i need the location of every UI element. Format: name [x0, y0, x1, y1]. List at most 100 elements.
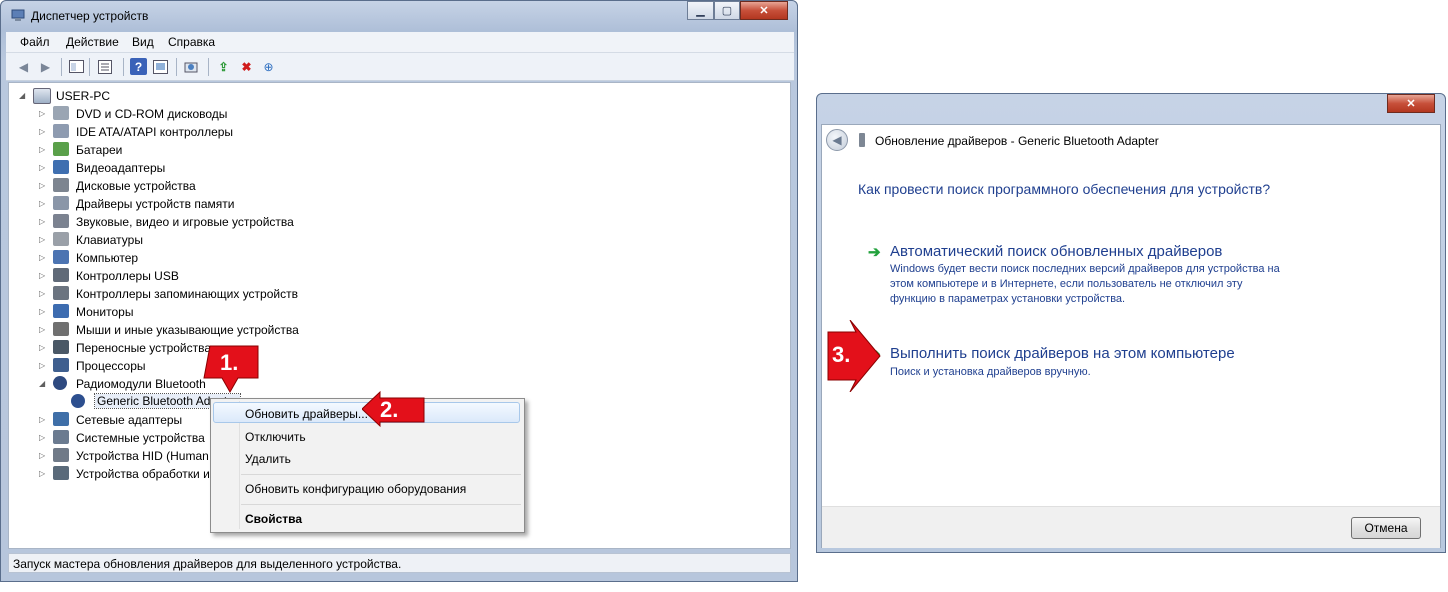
menu-action[interactable]: Действие — [66, 35, 119, 49]
computer-icon — [53, 250, 69, 264]
tree-item-label: IDE ATA/ATAPI контроллеры — [76, 125, 234, 139]
menu-file[interactable]: Файл — [20, 35, 50, 49]
dialog-footer: Отмена — [822, 506, 1440, 548]
back-icon[interactable]: ◀ — [15, 58, 32, 75]
status-text: Запуск мастера обновления драйверов для … — [13, 557, 402, 571]
option1-arrow-icon: ➔ — [868, 244, 881, 261]
expand-arrow-icon[interactable]: ▷ — [39, 163, 47, 173]
disable-icon[interactable]: ⊕ — [260, 58, 277, 75]
show-hidden-icon[interactable] — [152, 58, 169, 75]
tree-item-label: Контроллеры USB — [76, 269, 179, 283]
system-icon — [53, 430, 69, 444]
processor-icon — [53, 358, 69, 372]
menu-item-properties[interactable]: Свойства — [245, 512, 302, 526]
option-auto-search[interactable]: Автоматический поиск обновленных драйвер… — [890, 243, 1222, 260]
tree-item-label: DVD и CD-ROM дисководы — [76, 107, 228, 121]
storage-icon — [53, 286, 69, 300]
ide-icon — [53, 124, 69, 138]
dialog-content: ◀ Обновление драйверов - Generic Bluetoo… — [821, 124, 1441, 548]
tree-item-label: Процессоры — [76, 359, 146, 373]
tree-item-label: Клавиатуры — [76, 233, 143, 247]
forward-icon[interactable]: ▶ — [37, 58, 54, 75]
dialog-title: Обновление драйверов - Generic Bluetooth… — [875, 134, 1159, 148]
menu-bar: Файл Действие Вид Справка — [6, 32, 794, 53]
scan-hardware-icon[interactable] — [183, 58, 200, 75]
tree-item-label: Радиомодули Bluetooth — [76, 377, 206, 391]
tree-item-label: Устройства обработки из — [76, 467, 216, 481]
step-2-marker: 2. — [362, 388, 426, 430]
maximize-button[interactable]: ▢ — [714, 1, 740, 20]
memory-drivers-icon — [53, 196, 69, 210]
expand-arrow-icon[interactable]: ▷ — [39, 469, 47, 479]
menu-item-disable[interactable]: Отключить — [245, 430, 306, 444]
minimize-button[interactable]: ▁ — [687, 1, 714, 20]
expand-arrow-icon[interactable]: ▷ — [39, 271, 47, 281]
expand-arrow-icon[interactable]: ▷ — [39, 433, 47, 443]
expand-arrow-icon[interactable]: ▷ — [39, 253, 47, 263]
collapse-arrow-icon[interactable]: ◢ — [39, 379, 47, 389]
help-icon[interactable]: ? — [130, 58, 147, 75]
monitor-icon — [53, 304, 69, 318]
window-title: Диспетчер устройств — [31, 9, 149, 23]
cancel-button[interactable]: Отмена — [1351, 517, 1421, 539]
expand-arrow-icon[interactable]: ▷ — [39, 217, 47, 227]
expand-arrow-icon[interactable]: ▷ — [39, 289, 47, 299]
tree-item-label: Мыши и иные указывающие устройства — [76, 323, 299, 337]
tree-item-label: Сетевые адаптеры — [76, 413, 183, 427]
expand-arrow-icon[interactable]: ▷ — [39, 361, 47, 371]
expand-arrow-icon[interactable]: ▷ — [39, 199, 47, 209]
status-bar: Запуск мастера обновления драйверов для … — [8, 553, 791, 573]
option2-desc: Поиск и установка драйверов вручную. — [890, 366, 1091, 378]
tree-item-label: Мониторы — [76, 305, 134, 319]
menu-item-scan-hardware[interactable]: Обновить конфигурацию оборудования — [245, 482, 466, 496]
close-button[interactable]: ✕ — [740, 1, 788, 20]
expand-arrow-icon[interactable]: ▷ — [39, 415, 47, 425]
imaging-icon — [53, 466, 69, 480]
dialog-question: Как провести поиск программного обеспече… — [858, 181, 1271, 197]
expand-arrow-icon[interactable]: ▷ — [39, 127, 47, 137]
menu-item-uninstall[interactable]: Удалить — [245, 452, 291, 466]
option1-desc-3: функцию в параметрах установки устройств… — [890, 293, 1126, 305]
tree-item-label: Дисковые устройства — [76, 179, 196, 193]
tree-item-label: Контроллеры запоминающих устройств — [76, 287, 298, 301]
tree-item-label: Компьютер — [76, 251, 139, 265]
battery-icon — [53, 142, 69, 156]
expand-arrow-icon[interactable]: ▷ — [39, 109, 47, 119]
tree-item-label: Батареи — [76, 143, 123, 157]
menu-view[interactable]: Вид — [132, 35, 154, 49]
usb-icon — [53, 268, 69, 282]
sound-icon — [53, 214, 69, 228]
expand-arrow-icon[interactable]: ▷ — [39, 307, 47, 317]
option1-desc-1: Windows будет вести поиск последних верс… — [890, 263, 1280, 275]
keyboard-icon — [53, 232, 69, 246]
option-browse-computer[interactable]: Выполнить поиск драйверов на этом компью… — [890, 345, 1235, 362]
back-arrow-icon[interactable]: ◀ — [826, 129, 848, 151]
bluetooth-device-icon — [858, 133, 866, 147]
dialog-close-button[interactable]: ✕ — [1387, 94, 1435, 113]
dvd-icon — [53, 106, 69, 120]
expand-arrow-icon[interactable]: ▷ — [39, 181, 47, 191]
expand-arrow-icon[interactable]: ▷ — [39, 451, 47, 461]
menu-help[interactable]: Справка — [168, 35, 215, 49]
expand-arrow-icon[interactable]: ▷ — [39, 235, 47, 245]
toolbar: ◀ ▶ ? ⇪ ✖ ⊕ — [6, 53, 794, 81]
up-level-icon[interactable] — [68, 58, 85, 75]
properties-icon[interactable] — [96, 58, 113, 75]
tree-item-label: Драйверы устройств памяти — [76, 197, 235, 211]
option1-desc-2: этом компьютере и в Интернете, если поль… — [890, 278, 1243, 290]
generic-bluetooth-adapter-icon — [71, 394, 85, 408]
step-1-marker: 1. — [200, 344, 262, 394]
expand-arrow-icon[interactable]: ▷ — [39, 145, 47, 155]
network-icon — [53, 412, 69, 426]
expand-arrow-icon[interactable]: ▷ — [39, 325, 47, 335]
menu-item-update-drivers[interactable]: Обновить драйверы... — [245, 407, 368, 421]
expand-arrow-icon[interactable]: ▷ — [39, 343, 47, 353]
mouse-icon — [53, 322, 69, 336]
device-manager-icon — [11, 8, 25, 22]
tree-item-label: Переносные устройства — [76, 341, 212, 355]
tree-item-label: Устройства HID (Human I — [76, 449, 216, 463]
video-icon — [53, 160, 69, 174]
update-driver-icon[interactable]: ⇪ — [215, 58, 232, 75]
uninstall-icon[interactable]: ✖ — [238, 58, 255, 75]
disk-icon — [53, 178, 69, 192]
